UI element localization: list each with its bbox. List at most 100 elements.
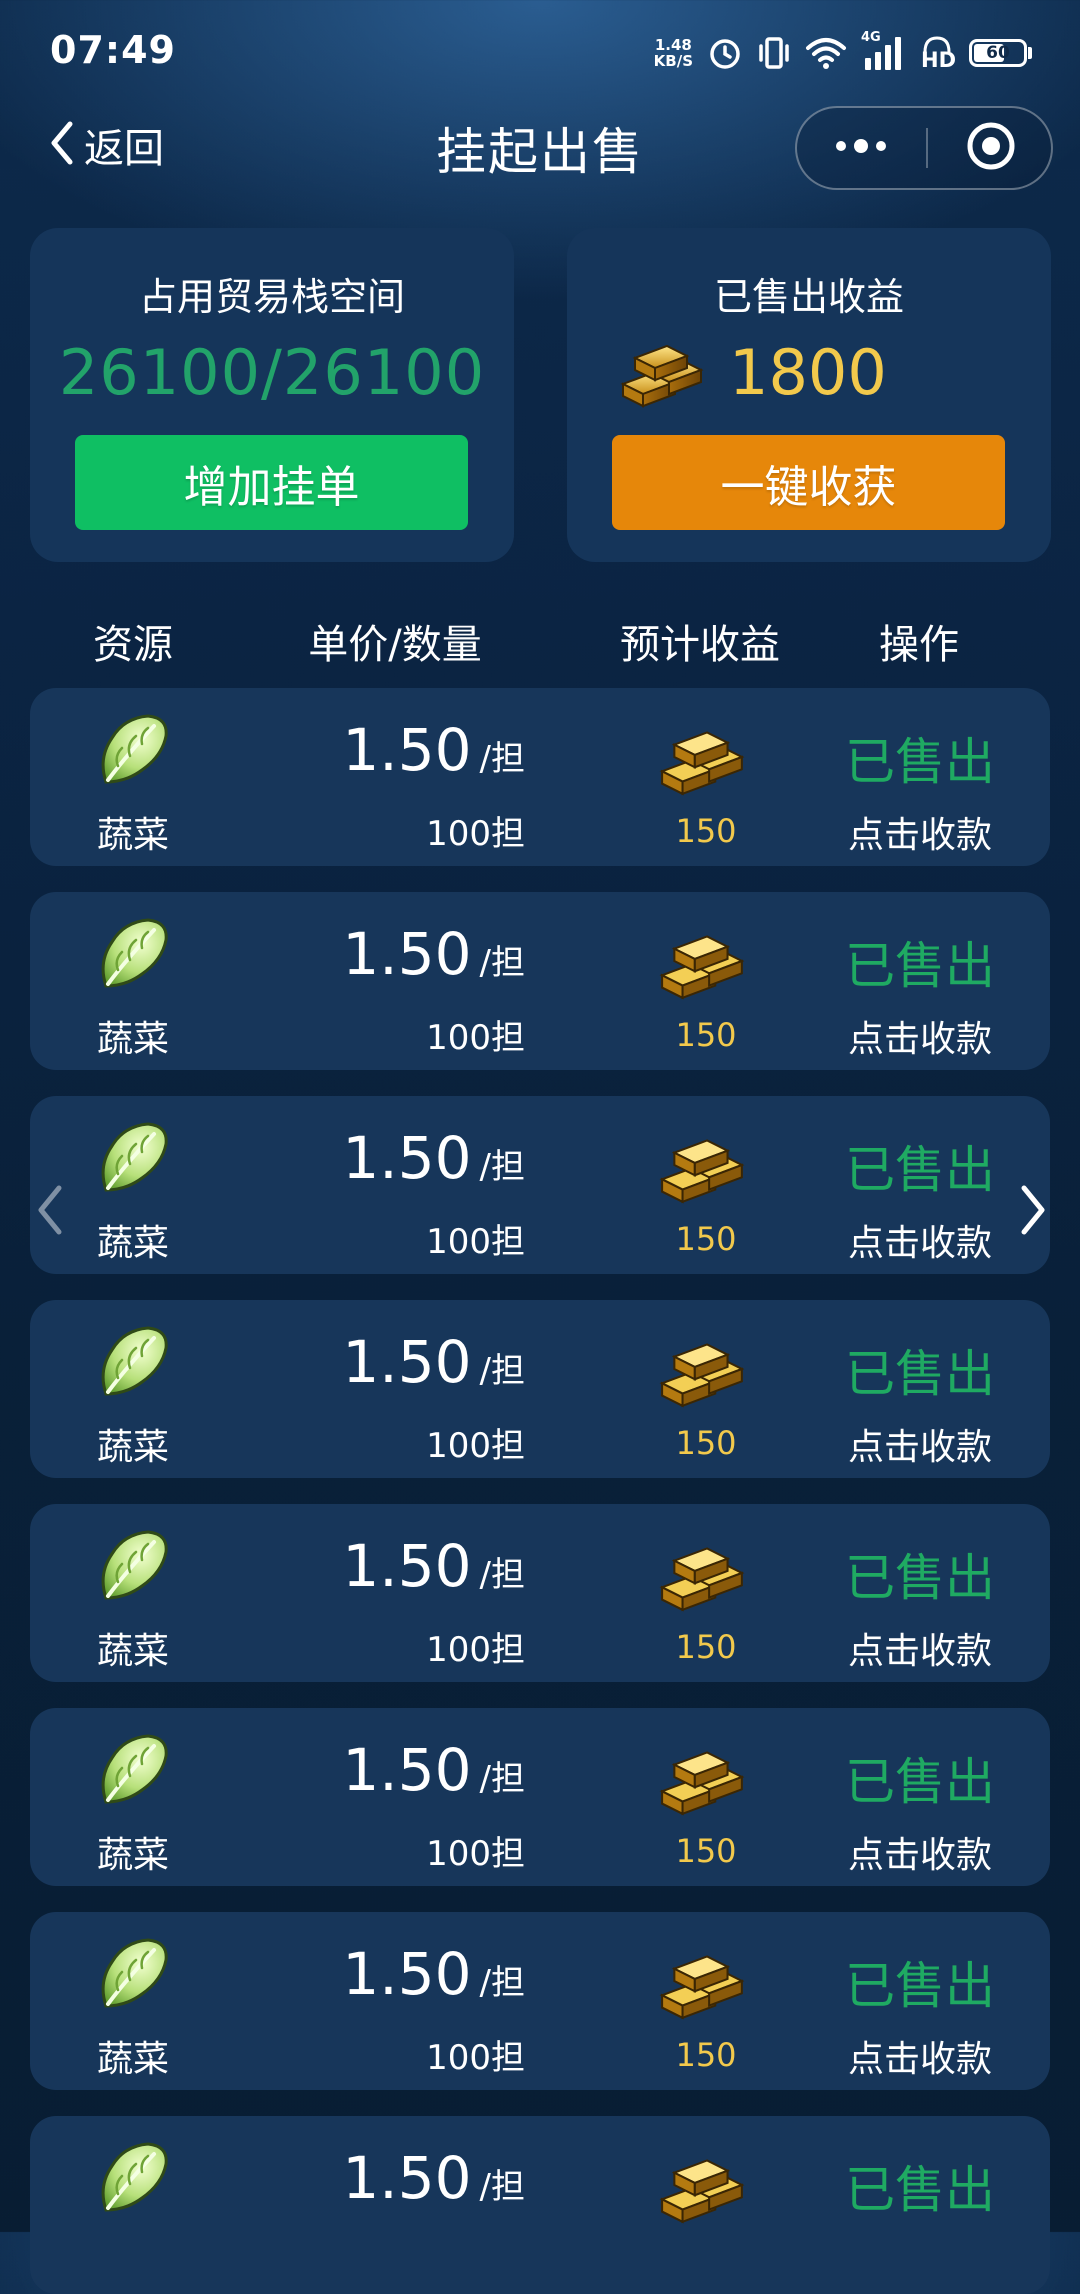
quantity: 100担 — [426, 1834, 525, 1874]
storage-value: 26100/26100 — [58, 336, 486, 409]
income-value: 1800 — [729, 335, 887, 409]
quantity: 100担 — [426, 1426, 525, 1466]
gold-bars-icon — [658, 1738, 748, 1820]
gold-bars-icon — [658, 922, 748, 1004]
wifi-icon — [805, 36, 847, 70]
resource-name: 蔬菜 — [96, 1019, 170, 1060]
vibrate-icon — [757, 35, 791, 71]
estimated-income: 150 — [675, 1424, 737, 1462]
battery-indicator: 60 — [969, 39, 1032, 67]
status-sold: 已售出 — [845, 1345, 995, 1403]
unit-price: 1.50 /担 — [342, 1532, 525, 1600]
cabbage-icon — [96, 1732, 170, 1812]
estimated-income: 150 — [675, 1628, 737, 1666]
income-card: 已售出收益 1800 一键收获 — [567, 228, 1051, 562]
harvest-all-button[interactable]: 一键收获 — [612, 435, 1005, 530]
unit-price: 1.50 /担 — [342, 1736, 525, 1804]
resource-name: 蔬菜 — [96, 815, 170, 856]
status-sold: 已售出 — [845, 1957, 995, 2015]
price-value: 1.50 — [342, 716, 472, 784]
gold-bars-icon — [658, 1126, 748, 1208]
quantity: 100担 — [426, 2038, 525, 2078]
listing-row: 1.50 /担 已售出 — [30, 2116, 1050, 2294]
storage-card: 占用贸易栈空间 26100/26100 增加挂单 — [30, 228, 514, 562]
listing-row: 蔬菜 1.50 /担 100担 150 已售出 点击收款 — [30, 1708, 1050, 1886]
quantity: 100担 — [426, 1630, 525, 1670]
network-speed: 1.48 KB/S — [654, 37, 693, 69]
collect-payment-button[interactable]: 点击收款 — [848, 1826, 992, 1878]
gold-bars-icon — [658, 1534, 748, 1616]
resource-name: 蔬菜 — [96, 1427, 170, 1468]
listing-row: 蔬菜 1.50 /担 100担 150 已售出 点击收款 — [30, 688, 1050, 866]
header-resource: 资源 — [93, 622, 173, 668]
price-unit: /担 — [479, 1963, 525, 2003]
price-value: 1.50 — [342, 1532, 472, 1600]
gold-bars-icon — [658, 1942, 748, 2024]
resource-name: 蔬菜 — [96, 1631, 170, 1672]
chevron-right-icon — [1016, 1182, 1050, 1242]
price-unit: /担 — [479, 1555, 525, 1595]
cabbage-icon — [96, 712, 170, 792]
more-button[interactable] — [797, 108, 925, 188]
more-dots-icon — [831, 136, 891, 160]
header-estimated-income: 预计收益 — [620, 622, 780, 668]
estimated-income: 150 — [675, 1016, 737, 1054]
unit-price: 1.50 /担 — [342, 2144, 525, 2212]
cabbage-icon — [96, 1528, 170, 1608]
price-unit: /担 — [479, 1351, 525, 1391]
network-speed-unit: KB/S — [653, 52, 693, 70]
status-sold: 已售出 — [845, 1549, 995, 1607]
cabbage-icon — [96, 1936, 170, 2016]
unit-price: 1.50 /担 — [342, 1328, 525, 1396]
collect-payment-button[interactable]: 点击收款 — [848, 1010, 992, 1062]
add-listing-button[interactable]: 增加挂单 — [75, 435, 468, 530]
battery-level: 60 — [986, 43, 1010, 63]
price-unit: /担 — [479, 2167, 525, 2207]
header-price-quantity: 单价/数量 — [308, 622, 482, 668]
income-row: 1800 — [619, 332, 887, 412]
cabbage-icon — [96, 2140, 170, 2220]
hd-label: HD — [921, 48, 957, 72]
collect-payment-button[interactable]: 点击收款 — [848, 2030, 992, 2082]
status-sold: 已售出 — [845, 937, 995, 995]
resource-name: 蔬菜 — [96, 1835, 170, 1876]
estimated-income: 150 — [675, 1220, 737, 1258]
collect-payment-button[interactable]: 点击收款 — [848, 1214, 992, 1266]
price-unit: /担 — [479, 739, 525, 779]
listing-row: 蔬菜 1.50 /担 100担 150 已售出 点击收款 — [30, 1912, 1050, 2090]
gold-bars-icon — [658, 1330, 748, 1412]
status-sold: 已售出 — [845, 2161, 995, 2219]
price-unit: /担 — [479, 1147, 525, 1187]
price-unit: /担 — [479, 943, 525, 983]
next-arrow-button[interactable] — [1005, 1176, 1061, 1248]
prev-arrow-button[interactable] — [22, 1176, 78, 1248]
gold-bars-icon — [658, 2146, 748, 2228]
collect-payment-button[interactable]: 点击收款 — [848, 1418, 992, 1470]
storage-label: 占用贸易栈空间 — [138, 275, 405, 319]
battery-cap — [1028, 47, 1032, 59]
listing-row: 蔬菜 1.50 /担 100担 150 已售出 点击收款 — [30, 1300, 1050, 1478]
chevron-left-icon — [33, 1182, 67, 1242]
price-value: 1.50 — [342, 1124, 472, 1192]
collect-payment-button[interactable]: 点击收款 — [848, 1622, 992, 1674]
price-value: 1.50 — [342, 920, 472, 988]
gold-bars-icon — [619, 332, 707, 412]
unit-price: 1.50 /担 — [342, 716, 525, 784]
header-action: 操作 — [879, 622, 959, 668]
quantity: 100担 — [426, 1222, 525, 1262]
price-unit: /担 — [479, 1759, 525, 1799]
alarm-icon — [707, 35, 743, 71]
unit-price: 1.50 /担 — [342, 920, 525, 988]
close-button[interactable] — [928, 108, 1053, 188]
collect-payment-button[interactable]: 点击收款 — [848, 806, 992, 858]
cabbage-icon — [96, 1324, 170, 1404]
target-circle-icon — [965, 120, 1017, 176]
resource-name: 蔬菜 — [96, 2039, 170, 2080]
cabbage-icon — [96, 916, 170, 996]
cabbage-icon — [96, 1120, 170, 1200]
unit-price: 1.50 /担 — [342, 1940, 525, 2008]
resource-name: 蔬菜 — [96, 1223, 170, 1264]
hd-voice-icon: HD — [919, 34, 957, 72]
table-header: 资源 单价/数量 预计收益 操作 — [0, 600, 1080, 680]
listing-row: 蔬菜 1.50 /担 100担 150 已售出 点击收款 — [30, 892, 1050, 1070]
